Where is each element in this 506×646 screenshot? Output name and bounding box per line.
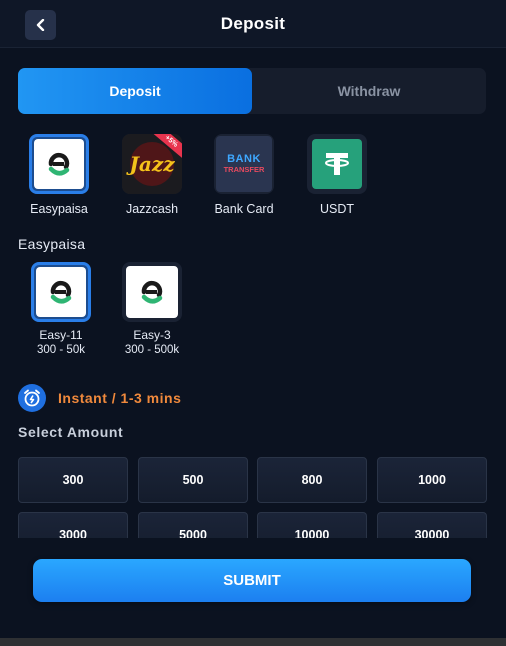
method-jazzcash[interactable]: Jazz +5% Jazzcash: [115, 134, 189, 224]
method-tile: Jazz +5%: [122, 134, 182, 194]
bottom-edge: [0, 638, 506, 646]
channel-name: Easy-11: [39, 328, 83, 342]
amount-option-500[interactable]: 500: [138, 457, 248, 503]
easypaisa-logo-icon: [126, 266, 178, 318]
tab-withdraw[interactable]: Withdraw: [252, 68, 486, 114]
amount-option-300[interactable]: 300: [18, 457, 128, 503]
tab-deposit[interactable]: Deposit: [18, 68, 252, 114]
channel-easy-3[interactable]: Easy-3 300 - 500k: [104, 262, 200, 362]
submit-button[interactable]: SUBMIT: [33, 559, 471, 602]
channel-range: 300 - 50k: [37, 344, 85, 356]
method-tile: [307, 134, 367, 194]
bank-logo-word: BANK: [227, 153, 261, 165]
payment-methods: Easypaisa Jazz +5% Jazzcash BANK TRANSFE…: [18, 134, 498, 224]
alarm-clock-icon: [18, 384, 46, 412]
bank-transfer-logo-icon: BANK TRANSFER: [216, 136, 272, 192]
amount-option-3000[interactable]: 3000: [18, 512, 128, 538]
method-usdt[interactable]: USDT: [300, 134, 374, 224]
transfer-logo-word: TRANSFER: [223, 165, 265, 174]
section-title: Easypaisa: [18, 236, 86, 252]
method-label: Easypaisa: [30, 202, 88, 216]
method-bank-card[interactable]: BANK TRANSFER Bank Card: [207, 134, 281, 224]
easypaisa-logo-icon: [36, 267, 86, 317]
method-label: USDT: [319, 202, 355, 216]
method-label: Bank Card: [214, 202, 274, 216]
channel-name: Easy-3: [133, 328, 171, 342]
method-label: Jazzcash: [125, 202, 179, 216]
page-title: Deposit: [220, 14, 286, 33]
amount-option-5000[interactable]: 5000: [138, 512, 248, 538]
deposit-withdraw-tabs: Deposit Withdraw: [18, 68, 486, 114]
amount-option-30000[interactable]: 30000: [377, 512, 487, 538]
amount-section-title: Select Amount: [18, 424, 124, 440]
channel-easy-11[interactable]: Easy-11 300 - 50k: [13, 262, 109, 362]
amount-option-1000[interactable]: 1000: [377, 457, 487, 503]
easypaisa-logo-icon: [34, 139, 84, 189]
payment-channels: Easy-11 300 - 50k Easy-3 300 - 500k: [18, 262, 318, 362]
amount-option-800[interactable]: 800: [257, 457, 367, 503]
processing-time-text: Instant / 1-3 mins: [58, 390, 182, 406]
top-bar: Deposit: [0, 0, 506, 48]
amount-option-10000[interactable]: 10000: [257, 512, 367, 538]
processing-time: Instant / 1-3 mins: [18, 384, 181, 412]
svg-text:Jazz: Jazz: [125, 152, 175, 176]
channel-tile: [122, 262, 182, 322]
channel-tile: [31, 262, 91, 322]
amount-grid: 300 500 800 1000 3000 5000 10000 30000: [18, 457, 488, 538]
method-tile: [29, 134, 89, 194]
method-tile: BANK TRANSFER: [214, 134, 274, 194]
channel-range: 300 - 500k: [124, 344, 180, 356]
tether-logo-icon: [312, 139, 362, 189]
method-easypaisa[interactable]: Easypaisa: [22, 134, 96, 224]
